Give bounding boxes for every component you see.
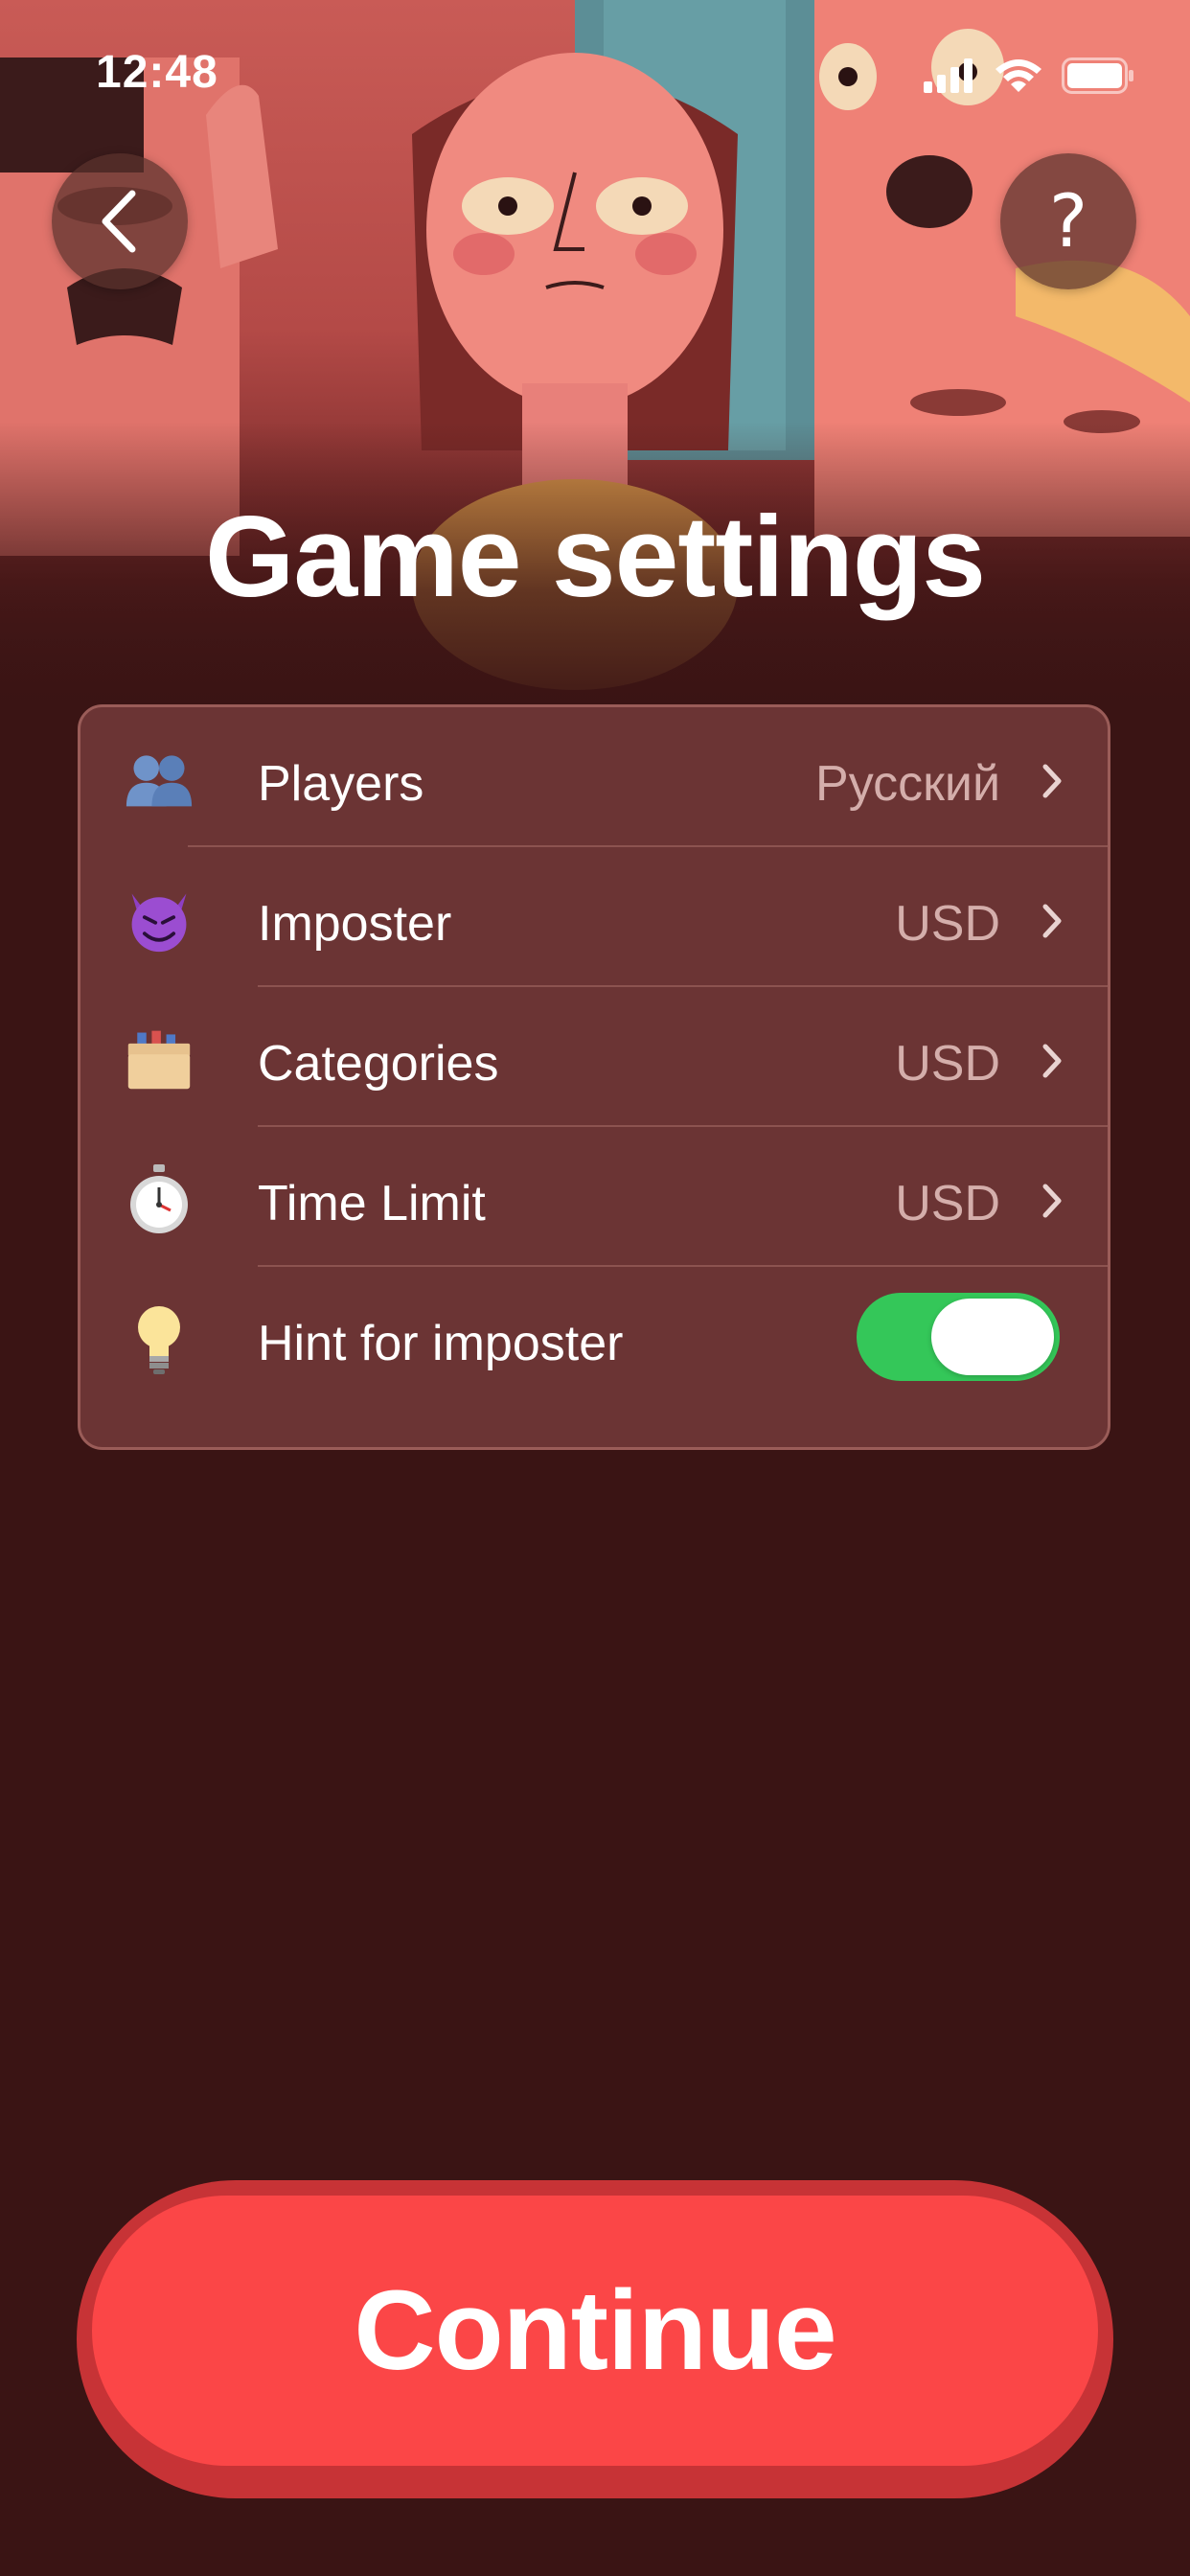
chevron-left-icon	[102, 190, 136, 253]
battery-icon	[1062, 58, 1133, 94]
continue-label: Continue	[354, 2267, 836, 2394]
wifi-icon	[995, 59, 1041, 92]
hint-for-imposter-row: Hint for imposter	[80, 1267, 1108, 1407]
settings-card: Players Русский Imposter USD Categories …	[78, 704, 1110, 1450]
help-button[interactable]: ?	[1000, 153, 1136, 289]
time-limit-row[interactable]: Time Limit USD	[80, 1127, 1108, 1267]
categories-row[interactable]: Categories USD	[80, 987, 1108, 1127]
status-bar: 12:48	[0, 0, 1190, 144]
chevron-right-icon	[1042, 904, 1062, 938]
smiling-devil-icon	[125, 885, 194, 954]
light-bulb-icon	[125, 1304, 194, 1374]
row-value: Русский	[815, 756, 1000, 812]
busts-silhouette-icon	[125, 745, 194, 814]
players-row[interactable]: Players Русский	[80, 707, 1108, 847]
row-label: Hint for imposter	[258, 1316, 624, 1371]
chevron-right-icon	[1042, 764, 1062, 798]
row-value: USD	[895, 1176, 1000, 1231]
row-value: USD	[895, 1036, 1000, 1092]
cellular-signal-icon	[924, 58, 973, 93]
row-label: Players	[258, 756, 424, 812]
row-label: Categories	[258, 1036, 499, 1092]
imposter-row[interactable]: Imposter USD	[80, 847, 1108, 987]
card-file-box-icon	[125, 1024, 194, 1093]
continue-button[interactable]: Continue	[77, 2180, 1113, 2498]
stopwatch-icon	[125, 1164, 194, 1233]
hint-toggle[interactable]	[857, 1293, 1060, 1381]
row-value: USD	[895, 896, 1000, 952]
row-label: Time Limit	[258, 1176, 486, 1231]
back-button[interactable]	[52, 153, 188, 289]
chevron-right-icon	[1042, 1184, 1062, 1218]
continue-button-face: Continue	[92, 2196, 1098, 2466]
status-time: 12:48	[96, 47, 218, 98]
row-label: Imposter	[258, 896, 452, 952]
status-icons	[924, 58, 1134, 94]
page-title: Game settings	[205, 493, 986, 621]
question-mark-icon: ?	[1048, 178, 1088, 264]
chevron-right-icon	[1042, 1044, 1062, 1078]
toggle-knob	[931, 1299, 1054, 1375]
